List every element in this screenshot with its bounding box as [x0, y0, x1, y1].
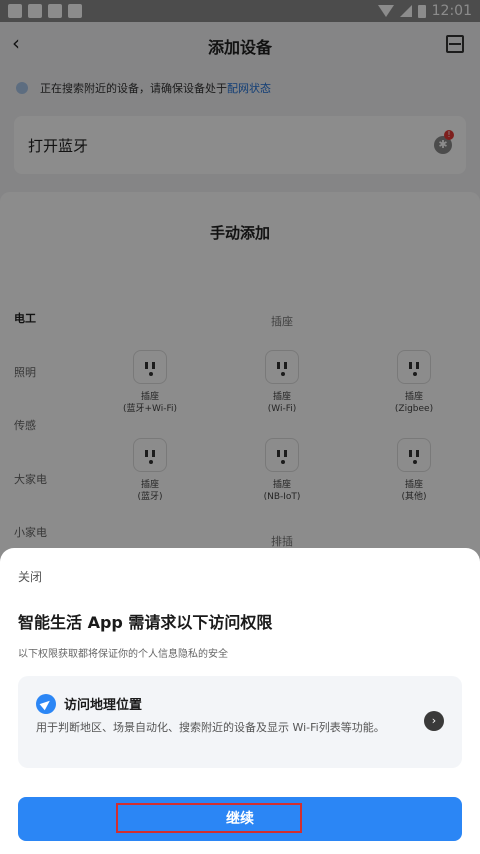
chevron-right-icon[interactable]: › [424, 711, 444, 731]
continue-button[interactable]: 继续 [18, 797, 462, 841]
permission-description: 用于判断地区、场景自动化、搜索附近的设备及显示 Wi-Fi列表等功能。 [36, 721, 385, 734]
continue-label: 继续 [226, 811, 254, 827]
sheet-subtitle: 以下权限获取都将保证你的个人信息隐私的安全 [18, 649, 228, 660]
location-arrow-icon [36, 694, 56, 714]
close-button[interactable]: 关闭 [18, 568, 42, 585]
permission-sheet: 关闭 智能生活 App 需请求以下访问权限 以下权限获取都将保证你的个人信息隐私… [0, 548, 480, 854]
location-permission-card[interactable]: 访问地理位置 用于判断地区、场景自动化、搜索附近的设备及显示 Wi-Fi列表等功… [18, 676, 462, 768]
permission-title: 访问地理位置 [64, 698, 143, 713]
sheet-title: 智能生活 App 需请求以下访问权限 [18, 613, 273, 632]
highlight-box [116, 803, 302, 833]
